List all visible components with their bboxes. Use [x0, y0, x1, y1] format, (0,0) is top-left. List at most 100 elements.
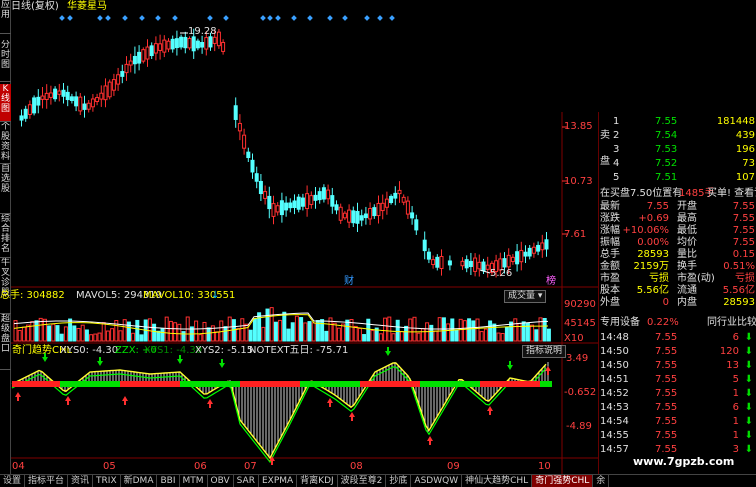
volume-bar [202, 321, 207, 342]
bottom-tab-12[interactable]: 抄底 [386, 475, 412, 487]
volume-bar [265, 308, 270, 342]
bottom-tab-14[interactable]: 神仙大趋势CHL [462, 475, 533, 487]
tick-down-arrow-icon: ⬇ [744, 402, 753, 413]
bottom-tab-15[interactable]: 奇门强势CHL [532, 475, 594, 487]
candle-body [204, 37, 209, 50]
bottom-tab-9[interactable]: EXPMA [259, 475, 298, 487]
sidebar-item-6[interactable]: 牛叉诊股 [0, 258, 11, 314]
candle-body [103, 85, 108, 101]
sell-price: 7.51 [655, 172, 678, 183]
notice-detail-link[interactable]: 买单! 查看详细 [707, 188, 756, 200]
trend-band-segment [420, 381, 432, 387]
sell-volume: 181448 [716, 116, 755, 127]
candle-body [90, 98, 95, 108]
sidebar-item-0[interactable]: 应用 [0, 0, 11, 34]
quote-row: 涨幅 +10.06% 最低 7.55 [599, 225, 756, 237]
signal-diamond [207, 15, 213, 21]
volume-bar [416, 332, 421, 342]
signal-diamond [97, 15, 103, 21]
volume-bar [215, 331, 220, 342]
quote-label-right: 流通 [677, 285, 697, 296]
bottom-tab-3[interactable]: TRIX [93, 475, 121, 487]
candle-body [23, 108, 28, 119]
indicator-explain-button[interactable]: 指标说明 [522, 345, 567, 358]
trend-band-segment [312, 381, 324, 387]
bottom-tab-4[interactable]: 新DMA [121, 475, 158, 487]
volume-bar [227, 316, 232, 342]
sector-compare-button[interactable]: 同行业比较 [707, 317, 756, 329]
candle-body [36, 96, 41, 106]
volume-bar [311, 322, 316, 342]
finance-marker-icon[interactable]: 财 [344, 276, 354, 288]
volume-bar [34, 320, 39, 342]
bottom-tab-13[interactable]: ASDWQW [411, 475, 463, 487]
bottom-tab-1[interactable]: 指标平台 [25, 475, 69, 487]
price-axis-label-2: 10.73 [564, 176, 593, 187]
bottom-tab-0[interactable]: 设置 [0, 475, 26, 487]
tick-price: 7.55 [655, 346, 678, 357]
quote-label-right: 最低 [677, 225, 697, 236]
indicator-axis-mid: -0.652 [564, 387, 597, 398]
candle-body [405, 200, 410, 215]
ranking-marker-icon[interactable]: 榜 [546, 276, 556, 288]
volume-bar [282, 311, 287, 342]
volume-bar [63, 326, 68, 342]
buy-signal-arrow-icon [349, 412, 355, 421]
bottom-tab-16[interactable]: 余 [593, 475, 610, 487]
bottom-tab-7[interactable]: OBV [208, 475, 234, 487]
volume-indicator-dropdown[interactable]: 成交量 ▾ [504, 290, 547, 303]
candle-body [187, 38, 192, 49]
bottom-tab-11[interactable]: 波段至尊2 [338, 475, 387, 487]
trend-band-segment [432, 381, 444, 387]
sidebar-item-5[interactable]: 综合排名 [0, 214, 11, 258]
large-order-notice: 在买盘7.50位置有1485手买单! 查看详细 [599, 188, 756, 200]
bottom-tab-6[interactable]: MTM [180, 475, 208, 487]
candle-body [86, 102, 91, 110]
trend-band-segment [456, 381, 468, 387]
volume-bar [122, 319, 127, 342]
quote-label-right: 开盘 [677, 201, 697, 212]
candle-body [401, 196, 406, 203]
candle-body [44, 92, 49, 100]
signal-diamond [327, 15, 333, 21]
trend-band-segment [216, 381, 228, 387]
candle-body [200, 42, 205, 48]
sidebar-item-1[interactable]: 分时图 [0, 40, 11, 82]
bottom-tab-8[interactable]: SAR [234, 475, 259, 487]
sidebar-item-7[interactable]: 超级盘口 [0, 314, 11, 370]
indicator-xys1: XYS1: -4.30 [144, 345, 203, 356]
candle-body [78, 96, 83, 112]
indicator-series [11, 347, 552, 465]
bottom-tab-2[interactable]: 资讯 [68, 475, 94, 487]
volume-bar [152, 323, 157, 342]
volume-bar [173, 322, 178, 342]
trend-band-segment [36, 381, 48, 387]
volume-bar [286, 328, 291, 342]
candle-body [313, 194, 318, 201]
volume-bar [534, 329, 539, 342]
candle-body [468, 260, 473, 268]
quote-label-left: 金额 [600, 261, 620, 272]
sell-signal-arrow-icon [507, 361, 513, 370]
volume-bar [412, 316, 417, 342]
sidebar-item-3[interactable]: 个股资料 [0, 122, 11, 164]
candle-body [376, 202, 381, 217]
quote-value-left: 0.00% [637, 237, 669, 248]
chart-mode-label[interactable]: 日线(复权) [11, 1, 59, 13]
volume-bar [362, 334, 367, 342]
high-price-annotation: 19.28 [188, 26, 217, 37]
candle-body [544, 239, 549, 250]
trend-band-segment [156, 381, 168, 387]
sidebar-item-2[interactable]: K线图 [0, 84, 11, 122]
sell-volume: 107 [735, 172, 755, 183]
bottom-tab-5[interactable]: BBI [157, 475, 180, 487]
bottom-tab-10[interactable]: 背离KDJ [297, 475, 338, 487]
candle-body [246, 151, 251, 159]
stock-name: 华菱星马 [67, 1, 107, 12]
volume-bar [156, 330, 161, 342]
candle-body [19, 115, 24, 121]
sidebar-item-4[interactable]: 自选股 [0, 164, 11, 214]
candle-body [510, 256, 515, 263]
sector-name[interactable]: 专用设备 [600, 317, 640, 329]
volume-bar [378, 333, 383, 342]
